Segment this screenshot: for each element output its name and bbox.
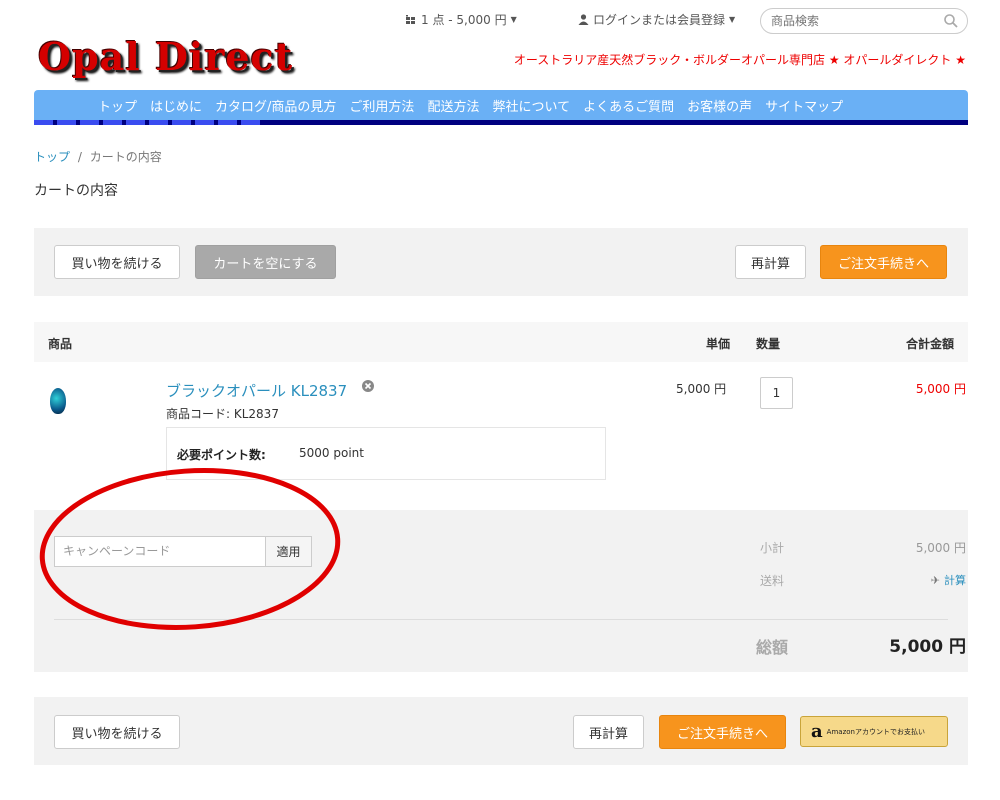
- breadcrumb-current: カートの内容: [89, 150, 162, 164]
- top-actions-panel: 買い物を続ける カートを空にする 再計算 ご注文手続きへ: [34, 228, 968, 296]
- caret-down-icon: ▼: [729, 15, 736, 24]
- nav-item-usage[interactable]: ご利用方法: [349, 96, 414, 115]
- search-input[interactable]: [771, 14, 931, 28]
- breadcrumb-home[interactable]: トップ: [34, 150, 70, 164]
- search-icon[interactable]: [943, 13, 959, 29]
- plane-icon: ✈: [930, 573, 940, 587]
- nav-item-sitemap[interactable]: サイトマップ: [765, 96, 843, 115]
- product-name-link[interactable]: ブラックオパール KL2837: [166, 380, 347, 401]
- login-link[interactable]: ログインまたは会員登録 ▼: [578, 11, 735, 28]
- empty-cart-button[interactable]: カートを空にする: [195, 245, 336, 279]
- amazon-pay-label: Amazonアカウントでお支払い: [826, 727, 925, 736]
- points-value: 5000 point: [299, 446, 364, 460]
- mini-cart-label: 1 点 - 5,000 円: [421, 13, 507, 27]
- recalculate-button-bottom[interactable]: 再計算: [573, 715, 644, 749]
- nav-decoration: [34, 120, 260, 125]
- recalculate-button[interactable]: 再計算: [735, 245, 806, 279]
- totals-divider: [54, 619, 948, 620]
- breadcrumb-separator: /: [77, 150, 82, 164]
- quantity-input[interactable]: 1: [760, 377, 793, 409]
- cart-icon: [406, 14, 415, 24]
- header-quantity: 数量: [756, 337, 781, 351]
- shipping-label: 送料: [760, 574, 785, 588]
- nav-item-shipping[interactable]: 配送方法: [427, 96, 479, 115]
- site-logo[interactable]: Opal Direct: [38, 34, 293, 79]
- user-icon: [578, 14, 589, 25]
- header-product: 商品: [48, 337, 73, 351]
- caret-down-icon: ▼: [510, 15, 517, 24]
- site-tagline: オーストラリア産天然ブラック・ボルダーオパール専門店 ★ オパールダイレクト ★: [513, 53, 966, 67]
- cart-table-header: 商品 単価 数量 合計金額: [34, 322, 968, 362]
- totals-panel: [34, 510, 968, 672]
- product-code: 商品コード: KL2837: [166, 407, 279, 421]
- row-total: 5,000 円: [915, 382, 966, 396]
- nav-item-about[interactable]: 弊社について: [492, 96, 570, 115]
- header-total: 合計金額: [905, 337, 954, 351]
- shipping-calc-link[interactable]: ✈ 計算: [931, 572, 966, 588]
- nav-item-voices[interactable]: お客様の声: [687, 96, 752, 115]
- points-label: 必要ポイント数:: [177, 448, 266, 462]
- continue-shopping-button-bottom[interactable]: 買い物を続ける: [54, 715, 180, 749]
- checkout-button[interactable]: ご注文手続きへ: [820, 245, 947, 279]
- remove-item-icon[interactable]: [361, 379, 375, 393]
- login-link-label: ログインまたは会員登録: [593, 13, 726, 27]
- top-bar: 1 点 - 5,000 円 ▼ ログインまたは会員登録 ▼: [0, 8, 1000, 34]
- breadcrumb: トップ / カートの内容: [34, 148, 162, 165]
- mini-cart[interactable]: 1 点 - 5,000 円 ▼: [406, 11, 517, 28]
- coupon-code-input[interactable]: キャンペーンコード: [54, 536, 266, 567]
- nav-item-intro[interactable]: はじめに: [150, 96, 202, 115]
- product-thumbnail[interactable]: [50, 388, 66, 414]
- nav-item-top[interactable]: トップ: [98, 96, 137, 115]
- subtotal-value: 5,000 円: [915, 541, 966, 555]
- continue-shopping-button[interactable]: 買い物を続ける: [54, 245, 180, 279]
- apply-coupon-button[interactable]: 適用: [265, 536, 312, 567]
- grand-total-value: 5,000 円: [889, 637, 966, 657]
- search-box: [760, 8, 968, 34]
- header-unit-price: 単価: [706, 337, 731, 351]
- unit-price: 5,000 円: [676, 382, 727, 396]
- nav-item-catalog[interactable]: カタログ/商品の見方: [215, 96, 336, 115]
- amazon-logo-icon: a: [811, 721, 823, 742]
- shipping-calc-label: 計算: [944, 574, 966, 587]
- main-nav: トップ はじめに カタログ/商品の見方 ご利用方法 配送方法 弊社について よく…: [34, 90, 968, 120]
- grand-total-label: 総額: [756, 638, 789, 657]
- points-box: 必要ポイント数: 5000 point: [166, 427, 606, 480]
- subtotal-label: 小計: [760, 541, 785, 555]
- nav-item-faq[interactable]: よくあるご質問: [583, 96, 674, 115]
- amazon-pay-button[interactable]: a Amazonアカウントでお支払い: [800, 716, 948, 747]
- checkout-button-bottom[interactable]: ご注文手続きへ: [659, 715, 786, 749]
- page-title: カートの内容: [34, 183, 118, 199]
